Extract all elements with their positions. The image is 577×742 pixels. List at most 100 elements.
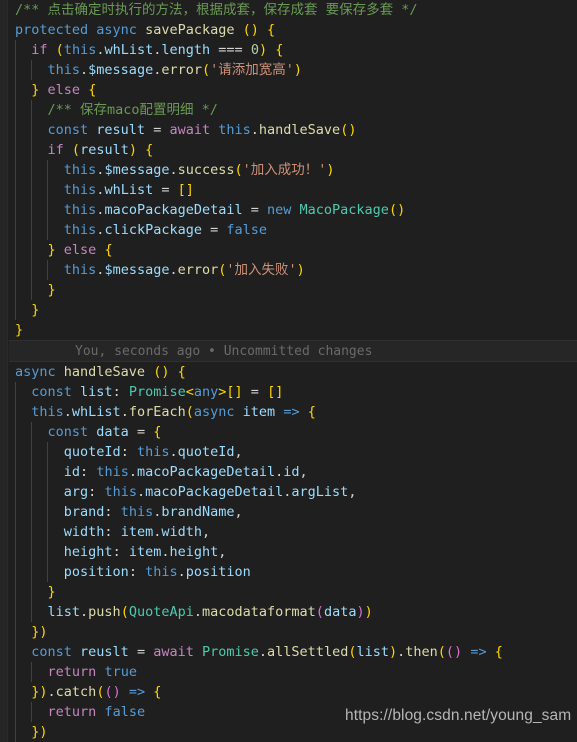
- code-line[interactable]: } else {: [9, 80, 577, 100]
- code-token: ): [364, 604, 373, 620]
- code-editor[interactable]: /** 点击确定时执行的方法，根据成套，保存成套 要保存多套 */ protect…: [0, 0, 577, 742]
- code-line[interactable]: protected async savePackage () {: [9, 20, 577, 40]
- code-token: (: [201, 62, 211, 78]
- code-line[interactable]: }: [9, 280, 577, 300]
- code-line[interactable]: const result = await this.handleSave(): [9, 120, 577, 140]
- code-line[interactable]: const reuslt = await Promise.allSettled (…: [9, 642, 577, 662]
- code-line[interactable]: this.whList = []: [9, 180, 577, 200]
- code-token: :: [112, 544, 129, 560]
- code-token: =: [201, 222, 227, 238]
- code-line[interactable]: const list: Promise<any>[] = []: [9, 382, 577, 402]
- code-surface[interactable]: /** 点击确定时执行的方法，根据成套，保存成套 要保存多套 */ protect…: [9, 0, 577, 742]
- code-token: }): [31, 724, 48, 740]
- code-token: data: [323, 604, 357, 620]
- code-token: (): [153, 364, 170, 380]
- code-token: id: [283, 464, 300, 480]
- code-block-save-package[interactable]: /** 点击确定时执行的方法，根据成套，保存成套 要保存多套 */ protect…: [9, 0, 577, 340]
- code-token: .: [47, 684, 56, 700]
- code-line[interactable]: arg: this.macoPackageDetail.argList,: [9, 482, 577, 502]
- code-token: handleSave: [258, 122, 341, 138]
- code-token: (): [242, 22, 259, 38]
- code-line[interactable]: }): [9, 722, 577, 742]
- code-token: quoteId: [177, 444, 235, 460]
- code-line-text: position: this.position: [9, 562, 251, 582]
- code-line[interactable]: /** 保存maco配置明细 */: [9, 100, 577, 120]
- code-line[interactable]: } else {: [9, 240, 577, 260]
- code-line[interactable]: if (this.whList.length === 0) {: [9, 40, 577, 60]
- code-line-text: const data = {: [9, 422, 162, 442]
- code-line-text: this.$message.error('请添加宽高'): [9, 60, 303, 80]
- code-token: protected: [15, 22, 89, 38]
- code-token: any: [193, 384, 219, 400]
- code-line[interactable]: list.push(QuoteApi.macodataformat(data)): [9, 602, 577, 622]
- code-token: ,: [201, 524, 211, 540]
- code-line[interactable]: width: item.width,: [9, 522, 577, 542]
- code-line[interactable]: this.$message.error('加入失败'): [9, 260, 577, 280]
- code-token: /** 保存maco配置明细 */: [47, 102, 218, 118]
- code-token: .: [128, 464, 137, 480]
- code-block-handle-save[interactable]: async handleSave () { const list: Promis…: [9, 362, 577, 742]
- code-token: height: [63, 544, 113, 560]
- code-line[interactable]: if (result) {: [9, 140, 577, 160]
- git-blame-annotation[interactable]: You, seconds ago • Uncommitted changes: [9, 340, 577, 362]
- code-token: /** 点击确定时执行的方法，根据成套，保存成套 要保存多套 */: [15, 2, 418, 18]
- code-line[interactable]: }: [9, 300, 577, 320]
- code-token: whList: [71, 404, 121, 420]
- code-line-text: } else {: [9, 240, 113, 260]
- code-token: item: [242, 404, 276, 420]
- code-line[interactable]: brand: this.brandName,: [9, 502, 577, 522]
- code-token: 0: [250, 42, 259, 58]
- code-line[interactable]: this.$message.success('加入成功！'): [9, 160, 577, 180]
- code-token: this: [218, 122, 251, 138]
- code-token: data: [96, 424, 129, 440]
- code-line[interactable]: this.whList.forEach(async item => {: [9, 402, 577, 422]
- code-token: .: [169, 444, 178, 460]
- code-line[interactable]: async handleSave () {: [9, 362, 577, 382]
- code-token: allSettled: [267, 644, 349, 660]
- code-token: macoPackageDetail: [104, 202, 243, 218]
- code-token: {: [88, 82, 97, 98]
- code-line[interactable]: }: [9, 582, 577, 602]
- code-line[interactable]: this.macoPackageDetail = new MacoPackage…: [9, 200, 577, 220]
- code-line[interactable]: const data = {: [9, 422, 577, 442]
- code-token: =: [153, 182, 178, 198]
- code-token: ): [356, 604, 365, 620]
- code-line[interactable]: return true: [9, 662, 577, 682]
- code-line[interactable]: }).catch(() => {: [9, 682, 577, 702]
- code-token: error: [177, 262, 219, 278]
- code-line[interactable]: position: this.position: [9, 562, 577, 582]
- code-token: position: [63, 564, 129, 580]
- code-token: }: [47, 584, 56, 600]
- code-line-text: }).catch(() => {: [9, 682, 161, 702]
- code-token: }: [47, 282, 56, 298]
- code-token: :: [120, 444, 137, 460]
- code-token: (: [234, 162, 243, 178]
- code-line[interactable]: }): [9, 622, 577, 642]
- code-line[interactable]: quoteId: this.quoteId,: [9, 442, 577, 462]
- code-token: width: [161, 524, 202, 540]
- code-line[interactable]: id: this.macoPackageDetail.id,: [9, 462, 577, 482]
- code-line[interactable]: this.$message.error('请添加宽高'): [9, 60, 577, 80]
- code-token: this: [31, 404, 64, 420]
- code-line-text: this.$message.success('加入成功！'): [9, 160, 335, 180]
- code-line-text: quoteId: this.quoteId,: [9, 442, 243, 462]
- code-token: (: [185, 404, 194, 420]
- code-line[interactable]: }: [9, 320, 577, 340]
- code-line-text: if (result) {: [9, 140, 154, 160]
- code-line[interactable]: /** 点击确定时执行的方法，根据成套，保存成套 要保存多套 */: [9, 0, 577, 20]
- code-token: this: [63, 222, 97, 238]
- code-line[interactable]: height: item.height,: [9, 542, 577, 562]
- code-token: height: [169, 544, 219, 560]
- code-token: }: [47, 242, 56, 258]
- code-token: then: [405, 644, 438, 660]
- code-line[interactable]: this.clickPackage = false: [9, 220, 577, 240]
- code-token: macoPackageDetail: [145, 484, 284, 500]
- code-token: (): [445, 644, 463, 660]
- code-line-text: async handleSave () {: [9, 362, 186, 382]
